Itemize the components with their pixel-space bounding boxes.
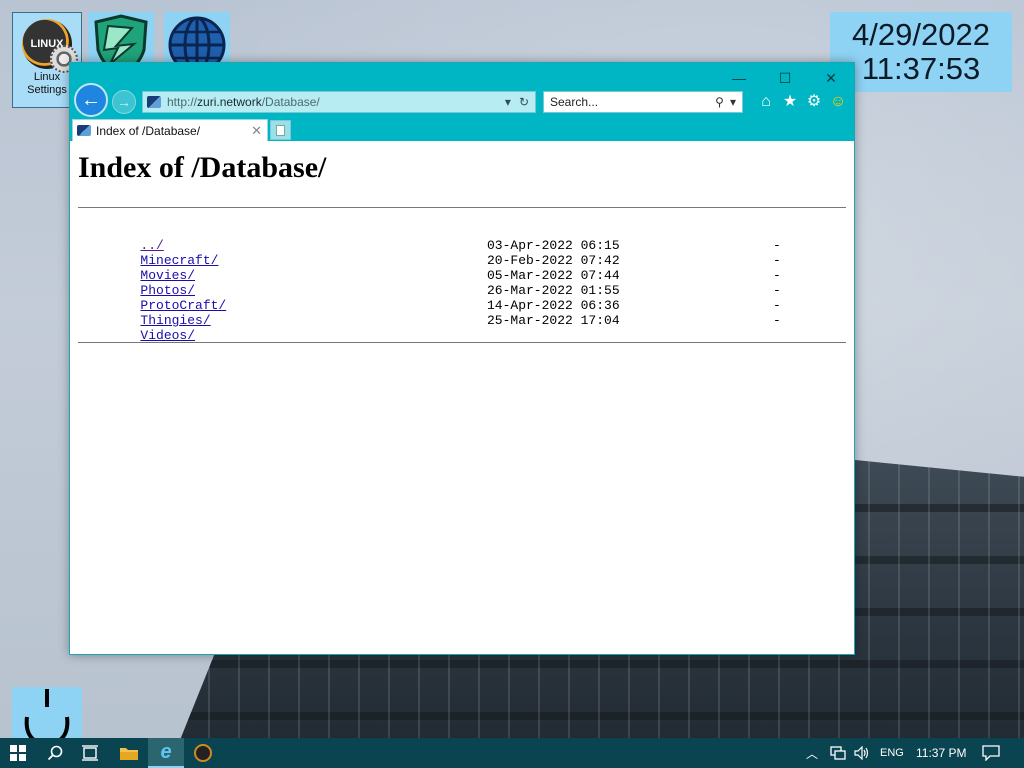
list-item: Minecraft/ 03-Apr-2022 06:15 - bbox=[78, 238, 848, 268]
divider bbox=[78, 207, 846, 208]
action-center-button[interactable] bbox=[982, 738, 1000, 768]
home-icon: ⌂ bbox=[761, 93, 771, 110]
tab-title: Index of /Database/ bbox=[96, 123, 201, 138]
maximize-button[interactable]: ☐ bbox=[762, 67, 808, 89]
tab-database[interactable]: Index of /Database/ ✕ bbox=[72, 119, 268, 141]
file-explorer-button[interactable] bbox=[110, 738, 148, 768]
language-indicator[interactable]: ENG bbox=[880, 738, 904, 768]
list-item: ProtoCraft/ 26-Mar-2022 01:55 - bbox=[78, 283, 848, 313]
linux-icon bbox=[194, 744, 212, 762]
internet-explorer-icon: e bbox=[160, 740, 172, 763]
search-box[interactable]: ⚲ ▾ bbox=[543, 91, 743, 113]
speaker-icon bbox=[854, 746, 869, 760]
task-view-button[interactable] bbox=[74, 738, 106, 768]
page-content: Index of /Database/ ../ Minecraft/ 03-Ap… bbox=[70, 141, 854, 654]
network-button[interactable] bbox=[830, 738, 846, 768]
home-button[interactable]: ⌂ bbox=[756, 92, 776, 112]
show-hidden-icons-button[interactable]: ︿ bbox=[806, 738, 818, 768]
entry-size: - bbox=[773, 298, 781, 313]
list-item: Photos/ 05-Mar-2022 07:44 - bbox=[78, 268, 848, 298]
entry-date: 05-Mar-2022 07:44 bbox=[487, 268, 620, 283]
browser-window[interactable]: — ☐ ✕ ← → http://zuri.network/Database/ … bbox=[69, 62, 855, 655]
search-icon[interactable]: ⚲ bbox=[715, 95, 724, 109]
new-tab-button[interactable] bbox=[270, 120, 291, 140]
taskbar-clock[interactable]: 11:37 PM bbox=[916, 738, 966, 768]
entry-size: - bbox=[773, 268, 781, 283]
task-view-icon bbox=[82, 745, 98, 761]
refresh-icon[interactable]: ↻ bbox=[519, 95, 529, 109]
favorites-button[interactable]: ★ bbox=[780, 92, 800, 112]
entry-link[interactable]: Videos/ bbox=[140, 328, 195, 343]
list-item: Videos/ 25-Mar-2022 17:04 - bbox=[78, 313, 848, 343]
power-widget[interactable] bbox=[12, 687, 82, 742]
minimize-button[interactable]: — bbox=[716, 67, 762, 89]
taskbar: e ︿ ENG 11:37 PM bbox=[0, 738, 1024, 768]
clock-widget: 4/29/2022 11:37:53 bbox=[830, 12, 1012, 92]
search-dropdown-icon[interactable]: ▾ bbox=[730, 95, 736, 109]
gear-icon: ⚙ bbox=[806, 93, 822, 110]
entry-date: 03-Apr-2022 06:15 bbox=[487, 238, 620, 253]
directory-listing: ../ Minecraft/ 03-Apr-2022 06:15 - Movie… bbox=[78, 223, 848, 343]
volume-button[interactable] bbox=[854, 738, 870, 768]
entry-size: - bbox=[773, 253, 781, 268]
clock-time: 11:37:53 bbox=[861, 51, 981, 86]
internet-explorer-button[interactable]: e bbox=[148, 738, 184, 768]
taskbar-search-button[interactable] bbox=[38, 738, 72, 768]
close-tab-icon[interactable]: ✕ bbox=[251, 123, 262, 139]
address-host: zuri.network bbox=[197, 95, 262, 109]
notification-icon bbox=[982, 745, 1000, 761]
browser-chrome: — ☐ ✕ ← → http://zuri.network/Database/ … bbox=[70, 63, 854, 141]
entry-date: 20-Feb-2022 07:42 bbox=[487, 253, 620, 268]
back-button[interactable]: ← bbox=[74, 83, 108, 117]
site-favicon-icon bbox=[147, 96, 161, 108]
address-prefix: http:// bbox=[167, 95, 198, 109]
search-icon bbox=[47, 745, 63, 761]
smiley-icon: ☺ bbox=[829, 93, 847, 110]
search-input[interactable] bbox=[544, 95, 706, 109]
star-icon: ★ bbox=[782, 93, 798, 110]
address-path: /Database/ bbox=[261, 95, 320, 109]
arrow-left-icon: ← bbox=[81, 88, 101, 111]
entry-date: 26-Mar-2022 01:55 bbox=[487, 283, 620, 298]
power-icon bbox=[24, 689, 70, 742]
address-bar[interactable]: http://zuri.network/Database/ ▾ ↻ bbox=[142, 91, 536, 113]
entry-size: - bbox=[773, 283, 781, 298]
arrow-right-icon: → bbox=[117, 94, 131, 110]
linux-app-button[interactable] bbox=[186, 738, 220, 768]
forward-button[interactable]: → bbox=[112, 90, 136, 114]
list-item: Thingies/ 14-Apr-2022 06:36 - bbox=[78, 298, 848, 328]
new-tab-icon bbox=[276, 124, 285, 136]
folder-icon bbox=[120, 748, 138, 760]
close-button[interactable]: ✕ bbox=[808, 67, 854, 89]
linux-settings-icon: LINUX bbox=[22, 19, 78, 73]
entry-date: 25-Mar-2022 17:04 bbox=[487, 313, 620, 328]
feedback-button[interactable]: ☺ bbox=[828, 92, 848, 112]
clock-date: 4/29/2022 bbox=[852, 17, 990, 52]
site-favicon-icon bbox=[77, 125, 91, 136]
divider bbox=[78, 342, 846, 343]
desktop-icon-label: Linux Settings bbox=[27, 71, 67, 96]
chevron-up-icon: ︿ bbox=[806, 746, 819, 761]
page-title: Index of /Database/ bbox=[78, 151, 327, 184]
entry-size: - bbox=[773, 238, 781, 253]
dropdown-icon[interactable]: ▾ bbox=[505, 95, 511, 109]
settings-button[interactable]: ⚙ bbox=[804, 92, 824, 112]
list-item: ../ bbox=[78, 223, 848, 253]
entry-date: 14-Apr-2022 06:36 bbox=[487, 298, 620, 313]
windows-logo-icon bbox=[10, 745, 26, 761]
network-icon bbox=[830, 746, 846, 760]
start-button[interactable] bbox=[0, 738, 36, 768]
list-item: Movies/ 20-Feb-2022 07:42 - bbox=[78, 253, 848, 283]
entry-size: - bbox=[773, 313, 781, 328]
